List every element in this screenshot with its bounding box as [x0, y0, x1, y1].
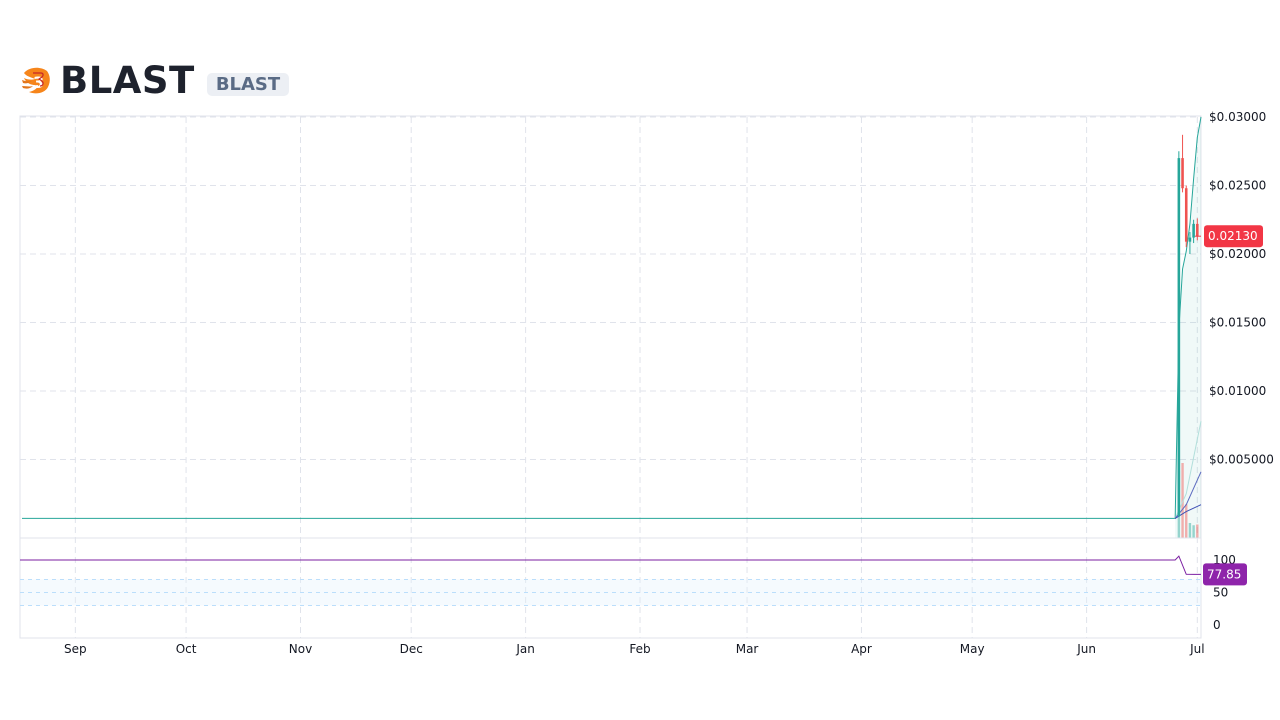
rsi-line	[20, 555, 1201, 575]
candle-body	[1196, 223, 1199, 237]
y-tick-label: $0.01000	[1209, 384, 1266, 398]
x-tick-label: Jan	[515, 642, 535, 656]
chart-axes: Sep Oct Nov Dec Jan Feb Mar Apr May Jun Jul $0.0300…	[64, 110, 1274, 656]
volume-bar	[1188, 523, 1192, 538]
x-tick-label: Sep	[64, 642, 87, 656]
y-tick-label: $0.02000	[1209, 247, 1266, 261]
y-tick-label: $0.02500	[1209, 179, 1266, 193]
x-tick-label: Mar	[736, 642, 759, 656]
volume-bar	[1185, 504, 1188, 538]
y-tick-label: $0.01500	[1209, 316, 1266, 330]
volume-bar	[1196, 524, 1199, 538]
x-tick-label: May	[960, 642, 985, 656]
rsi-pane	[20, 537, 1201, 606]
x-tick-label: Apr	[851, 642, 872, 656]
y-tick-label: $0.03000	[1209, 110, 1266, 124]
price-pane	[22, 116, 1202, 538]
last-price-label: 0.02130	[1208, 229, 1258, 243]
y-tick-label: $0.005000	[1209, 453, 1274, 467]
candle-body	[1177, 158, 1181, 516]
rsi-tick-label: 50	[1213, 586, 1228, 600]
x-tick-label: Dec	[400, 642, 423, 656]
x-tick-label: Nov	[289, 642, 312, 656]
rsi-tick-label: 0	[1213, 618, 1221, 632]
candle-body	[1192, 223, 1195, 238]
x-tick-label: Oct	[176, 642, 197, 656]
candle-body	[1188, 237, 1192, 242]
candle-body	[1184, 188, 1188, 242]
candle-body	[1181, 158, 1184, 189]
x-tick-label: Jun	[1076, 642, 1096, 656]
x-tick-label: Jul	[1189, 642, 1204, 656]
x-tick-label: Feb	[629, 642, 650, 656]
price-chart[interactable]: Sep Oct Nov Dec Jan Feb Mar Apr May Jun Jul $0.0300…	[0, 0, 1280, 720]
rsi-value-label: 77.85	[1207, 567, 1241, 581]
volume-bar	[1192, 525, 1195, 538]
